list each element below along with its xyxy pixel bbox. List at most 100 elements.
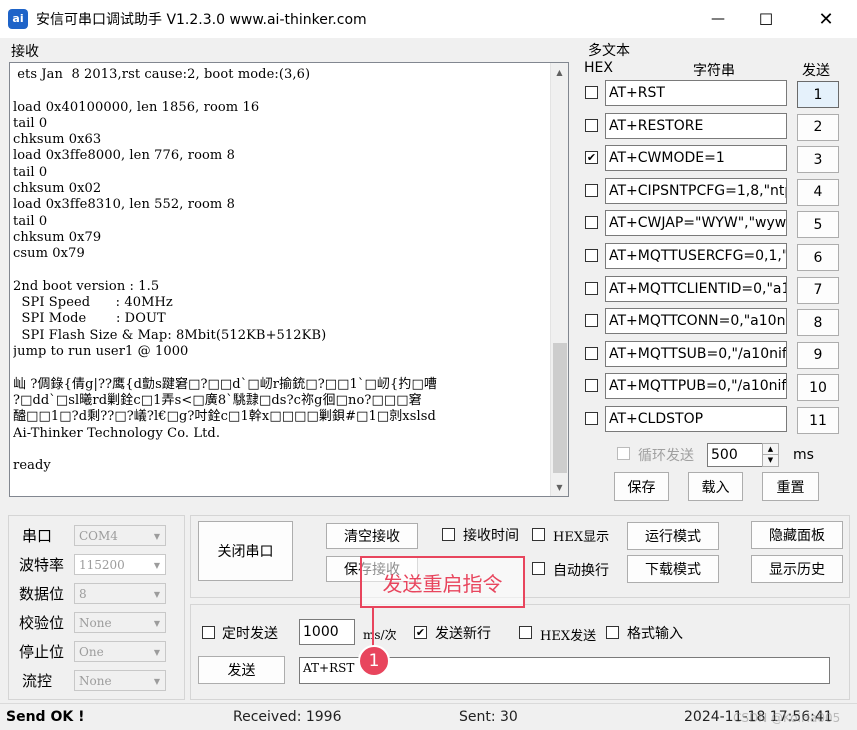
- show-history-button[interactable]: 显示历史: [751, 555, 843, 583]
- send-newline-label: 发送新行: [435, 626, 491, 642]
- download-mode-button[interactable]: 下载模式: [627, 555, 719, 583]
- checkmark-icon: ✔: [415, 626, 426, 639]
- hex-send-checkbox[interactable]: [519, 626, 532, 639]
- string-header: 字符串: [693, 63, 735, 79]
- row-string-input[interactable]: AT+CIPSNTPCFG=1,8,"ntp: [605, 177, 787, 204]
- multi-reset-button[interactable]: 重置: [762, 472, 819, 501]
- title-bar: ai 安信可串口调试助手 V1.2.3.0 www.ai-thinker.com…: [0, 0, 857, 38]
- annotation-callout: 发送重启指令: [360, 556, 525, 608]
- maximize-button[interactable]: ☐: [743, 0, 789, 38]
- hex-header: HEX: [584, 60, 613, 76]
- row-hex-checkbox[interactable]: [585, 412, 598, 425]
- stop-bits-select[interactable]: One ▼: [74, 641, 166, 662]
- send-interval-input[interactable]: 1000: [299, 619, 355, 645]
- chevron-down-icon: ▼: [153, 532, 160, 541]
- hex-display-checkbox[interactable]: [532, 528, 545, 541]
- row-string-input[interactable]: AT+RESTORE: [605, 112, 787, 139]
- scroll-up-icon[interactable]: ▲: [551, 63, 568, 81]
- multi-load-button[interactable]: 载入: [688, 472, 743, 501]
- run-mode-button[interactable]: 运行模式: [627, 522, 719, 550]
- send-newline-checkbox[interactable]: ✔: [414, 626, 427, 639]
- close-icon: ✕: [818, 8, 834, 30]
- row-string-input[interactable]: AT+RST: [605, 80, 787, 106]
- row-hex-checkbox[interactable]: [585, 183, 598, 197]
- receive-time-checkbox[interactable]: [442, 528, 455, 541]
- minimize-button[interactable]: —: [695, 0, 741, 38]
- row-send-button[interactable]: 1: [797, 81, 839, 108]
- row-hex-checkbox[interactable]: [585, 379, 598, 393]
- scroll-down-icon[interactable]: ▼: [551, 478, 568, 496]
- chevron-down-icon: ▼: [153, 648, 160, 657]
- row-send-button[interactable]: 3: [797, 146, 839, 174]
- spin-up-icon[interactable]: ▲: [763, 444, 778, 455]
- multi-save-button[interactable]: 保存: [614, 472, 669, 501]
- loop-interval-input[interactable]: 500: [707, 443, 763, 467]
- close-window-button[interactable]: ✕: [803, 0, 849, 38]
- row-send-button[interactable]: 10: [797, 374, 839, 402]
- app-logo-icon: ai: [8, 9, 28, 29]
- row-send-button[interactable]: 2: [797, 113, 839, 141]
- row-hex-checkbox[interactable]: [585, 118, 598, 132]
- row-hex-checkbox[interactable]: [585, 216, 598, 230]
- port-select[interactable]: COM4 ▼: [74, 525, 166, 546]
- timed-send-checkbox[interactable]: [202, 626, 215, 639]
- minimize-icon: —: [711, 11, 725, 27]
- row-send-button[interactable]: 8: [797, 309, 839, 337]
- baud-value: 115200: [79, 557, 125, 572]
- flow-control-value: None: [79, 673, 112, 688]
- baud-select[interactable]: 115200 ▼: [74, 554, 166, 575]
- row-hex-checkbox[interactable]: [585, 346, 598, 360]
- annotation-leader-line: [372, 608, 374, 648]
- row-string-input[interactable]: AT+CLDSTOP: [605, 406, 787, 432]
- scroll-thumb[interactable]: [553, 343, 567, 473]
- row-hex-checkbox[interactable]: [585, 314, 598, 328]
- row-hex-checkbox[interactable]: [585, 86, 598, 99]
- row-hex-checkbox[interactable]: [585, 249, 598, 262]
- spin-down-icon[interactable]: ▼: [763, 455, 778, 466]
- status-bar: Send OK ! Received: 1996 Sent: 30 2024-1…: [0, 703, 857, 730]
- row-hex-checkbox[interactable]: [585, 281, 598, 295]
- row-send-button[interactable]: 4: [797, 178, 839, 206]
- row-string-input[interactable]: AT+MQTTPUB=0,"/a10nifc: [605, 373, 787, 400]
- row-string-input[interactable]: AT+MQTTSUB=0,"/a10nifc: [605, 340, 787, 367]
- loop-interval-spinner[interactable]: ▲ ▼: [762, 443, 779, 467]
- chevron-down-icon: ▼: [153, 561, 160, 570]
- received-count: Received: 1996: [233, 709, 342, 725]
- row-string-input[interactable]: AT+MQTTCONN=0,"a10ni: [605, 308, 787, 335]
- data-bits-select[interactable]: 8 ▼: [74, 583, 166, 604]
- row-send-button[interactable]: 5: [797, 211, 839, 239]
- maximize-icon: ☐: [758, 9, 774, 29]
- close-port-button[interactable]: 关闭串口: [198, 521, 293, 581]
- row-send-button[interactable]: 11: [797, 407, 839, 434]
- row-string-input[interactable]: AT+CWJAP="WYW","wyw1: [605, 210, 787, 237]
- receive-scrollbar[interactable]: ▲ ▼: [550, 63, 568, 496]
- send-header: 发送: [802, 63, 830, 79]
- hex-send-label: HEX发送: [540, 629, 597, 644]
- watermark: CSDN @KoiHa005: [733, 711, 841, 725]
- row-string-input[interactable]: AT+MQTTUSERCFG=0,1,": [605, 243, 787, 269]
- flow-control-label: 流控: [22, 672, 53, 690]
- send-group: [190, 604, 850, 700]
- format-input-label: 格式输入: [627, 626, 683, 642]
- send-button[interactable]: 发送: [198, 656, 285, 684]
- sent-count: Sent: 30: [459, 709, 518, 725]
- row-send-button[interactable]: 9: [797, 341, 839, 369]
- row-send-button[interactable]: 7: [797, 276, 839, 304]
- row-string-input[interactable]: AT+MQTTCLIENTID=0,"a1: [605, 275, 787, 302]
- row-send-button[interactable]: 6: [797, 244, 839, 271]
- auto-wrap-checkbox[interactable]: [532, 562, 545, 575]
- parity-select[interactable]: None ▼: [74, 612, 166, 633]
- port-value: COM4: [79, 528, 118, 543]
- clear-receive-button[interactable]: 清空接收: [326, 523, 418, 549]
- loop-unit-label: ms: [793, 447, 814, 463]
- annotation-step-badge: 1: [358, 645, 390, 677]
- send-interval-unit: ms/次: [363, 628, 397, 642]
- flow-control-select[interactable]: None ▼: [74, 670, 166, 691]
- loop-send-checkbox[interactable]: [617, 447, 630, 460]
- hide-panel-button[interactable]: 隐藏面板: [751, 521, 843, 549]
- multi-text-title: 多文本: [588, 43, 630, 59]
- format-input-checkbox[interactable]: [606, 626, 619, 639]
- receive-textarea[interactable]: ets Jan 8 2013,rst cause:2, boot mode:(3…: [9, 62, 569, 497]
- row-string-input[interactable]: AT+CWMODE=1: [605, 145, 787, 172]
- row-hex-checkbox[interactable]: ✔: [585, 151, 598, 165]
